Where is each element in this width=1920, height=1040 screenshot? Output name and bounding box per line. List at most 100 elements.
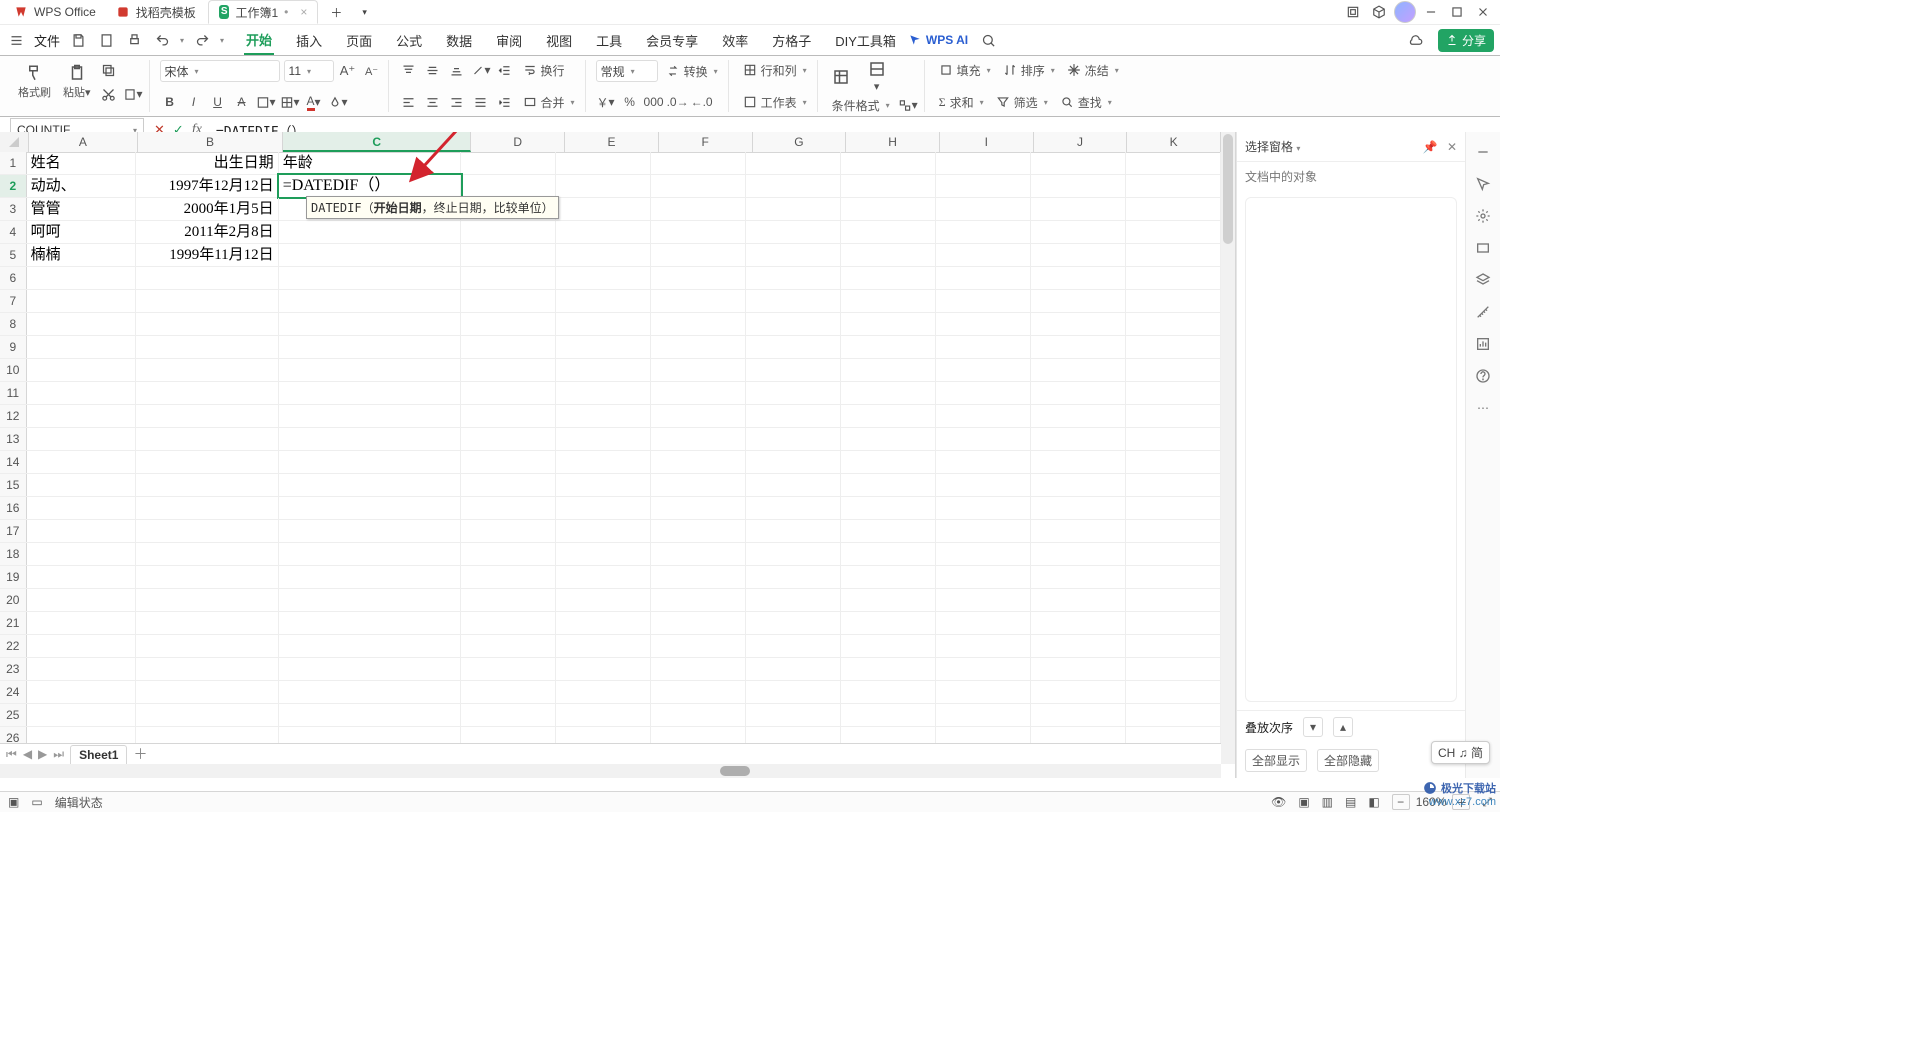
cell-B2[interactable]: 1997年12月12日 <box>136 175 279 197</box>
cell-G6[interactable] <box>746 267 841 289</box>
cell-E4[interactable] <box>556 221 651 243</box>
cell-B19[interactable] <box>136 566 279 588</box>
cell-A2[interactable]: 动动、 <box>27 175 137 197</box>
cell-B7[interactable] <box>136 290 279 312</box>
cell-A5[interactable]: 楠楠 <box>27 244 137 266</box>
col-header-J[interactable]: J <box>1034 132 1128 152</box>
cell-H24[interactable] <box>841 681 936 703</box>
cell-J17[interactable] <box>1031 520 1126 542</box>
cell-H3[interactable] <box>841 198 936 220</box>
tab-menu-button[interactable]: ▾ <box>354 1 375 23</box>
cell-A16[interactable] <box>27 497 137 519</box>
cell-K16[interactable] <box>1126 497 1221 519</box>
cell-B17[interactable] <box>136 520 279 542</box>
cell-F8[interactable] <box>651 313 746 335</box>
cell-I15[interactable] <box>936 474 1031 496</box>
menu-tab-效率[interactable]: 效率 <box>720 27 750 54</box>
fill-color-icon[interactable]: ▾ <box>328 92 348 112</box>
cell-H14[interactable] <box>841 451 936 473</box>
undo-dropdown[interactable]: ▾ <box>180 36 184 45</box>
cell-J7[interactable] <box>1031 290 1126 312</box>
cell-F17[interactable] <box>651 520 746 542</box>
record-icon[interactable]: ▭ <box>31 795 42 809</box>
cell-E17[interactable] <box>556 520 651 542</box>
cell-J13[interactable] <box>1031 428 1126 450</box>
cell-I11[interactable] <box>936 382 1031 404</box>
add-sheet-button[interactable]: ＋ <box>133 744 147 764</box>
sheet-tab-1[interactable]: Sheet1 <box>70 745 127 764</box>
cell-C22[interactable] <box>279 635 462 657</box>
cell-G4[interactable] <box>746 221 841 243</box>
cell-J1[interactable] <box>1031 152 1126 174</box>
col-header-K[interactable]: K <box>1127 132 1221 152</box>
cell-C6[interactable] <box>279 267 462 289</box>
cell-G22[interactable] <box>746 635 841 657</box>
decrease-font-icon[interactable]: A⁻ <box>362 61 382 81</box>
cell-F23[interactable] <box>651 658 746 680</box>
cell-H23[interactable] <box>841 658 936 680</box>
currency-icon[interactable]: ￥▾ <box>596 92 616 112</box>
close-window-button[interactable] <box>1472 1 1494 23</box>
help-tool-icon[interactable] <box>1473 366 1493 386</box>
redo-icon[interactable] <box>192 30 212 50</box>
cell-F20[interactable] <box>651 589 746 611</box>
cell-C1[interactable]: 年龄 <box>279 152 462 174</box>
cell-H22[interactable] <box>841 635 936 657</box>
cell-I19[interactable] <box>936 566 1031 588</box>
cell-H9[interactable] <box>841 336 936 358</box>
cell-K7[interactable] <box>1126 290 1221 312</box>
cell-A21[interactable] <box>27 612 137 634</box>
cell-A19[interactable] <box>27 566 137 588</box>
cell-E16[interactable] <box>556 497 651 519</box>
cell-G20[interactable] <box>746 589 841 611</box>
cell-K5[interactable] <box>1126 244 1221 266</box>
cell-A1[interactable]: 姓名 <box>27 152 137 174</box>
cell-style-icon[interactable]: ▾ <box>280 92 300 112</box>
cell-J14[interactable] <box>1031 451 1126 473</box>
cell-H20[interactable] <box>841 589 936 611</box>
cell-A8[interactable] <box>27 313 137 335</box>
cell-A12[interactable] <box>27 405 137 427</box>
align-top-icon[interactable] <box>399 60 419 80</box>
cell-K18[interactable] <box>1126 543 1221 565</box>
app-tab-workbook[interactable]: S 工作簿1 • × <box>208 0 319 24</box>
sheet-nav-prev-icon[interactable]: ◀ <box>23 747 32 762</box>
menu-tab-审阅[interactable]: 审阅 <box>494 27 524 54</box>
cell-D2[interactable] <box>461 175 556 197</box>
cell-E11[interactable] <box>556 382 651 404</box>
col-header-B[interactable]: B <box>138 132 283 152</box>
macro-icon[interactable]: ▣ <box>8 795 19 809</box>
cell-C14[interactable] <box>279 451 462 473</box>
cell-I8[interactable] <box>936 313 1031 335</box>
menu-tab-会员专享[interactable]: 会员专享 <box>644 27 700 54</box>
cell-E9[interactable] <box>556 336 651 358</box>
cell-E1[interactable] <box>556 152 651 174</box>
worksheet-button[interactable]: 工作表▾ <box>739 92 811 112</box>
cell-C11[interactable] <box>279 382 462 404</box>
row-header-23[interactable]: 23 <box>0 658 27 680</box>
cell-D19[interactable] <box>461 566 556 588</box>
cell-C25[interactable] <box>279 704 462 726</box>
row-header-13[interactable]: 13 <box>0 428 27 450</box>
cell-F25[interactable] <box>651 704 746 726</box>
col-header-E[interactable]: E <box>565 132 659 152</box>
row-header-8[interactable]: 8 <box>0 313 27 335</box>
row-header-2[interactable]: 2 <box>0 175 27 197</box>
cell-E5[interactable] <box>556 244 651 266</box>
copy-icon[interactable] <box>99 60 119 80</box>
row-header-21[interactable]: 21 <box>0 612 27 634</box>
cell-H6[interactable] <box>841 267 936 289</box>
pin-icon[interactable]: 📌 <box>1423 140 1438 154</box>
view-break-icon[interactable]: ▤ <box>1345 795 1356 809</box>
cell-A6[interactable] <box>27 267 137 289</box>
cell-E18[interactable] <box>556 543 651 565</box>
cell-B15[interactable] <box>136 474 279 496</box>
cell-B6[interactable] <box>136 267 279 289</box>
more-tools-icon[interactable]: ⋯ <box>1473 398 1493 418</box>
cell-F22[interactable] <box>651 635 746 657</box>
row-header-20[interactable]: 20 <box>0 589 27 611</box>
ruler-tool-icon[interactable] <box>1473 302 1493 322</box>
cell-E2[interactable] <box>556 175 651 197</box>
cell-B8[interactable] <box>136 313 279 335</box>
cell-B5[interactable]: 1999年11月12日 <box>136 244 279 266</box>
